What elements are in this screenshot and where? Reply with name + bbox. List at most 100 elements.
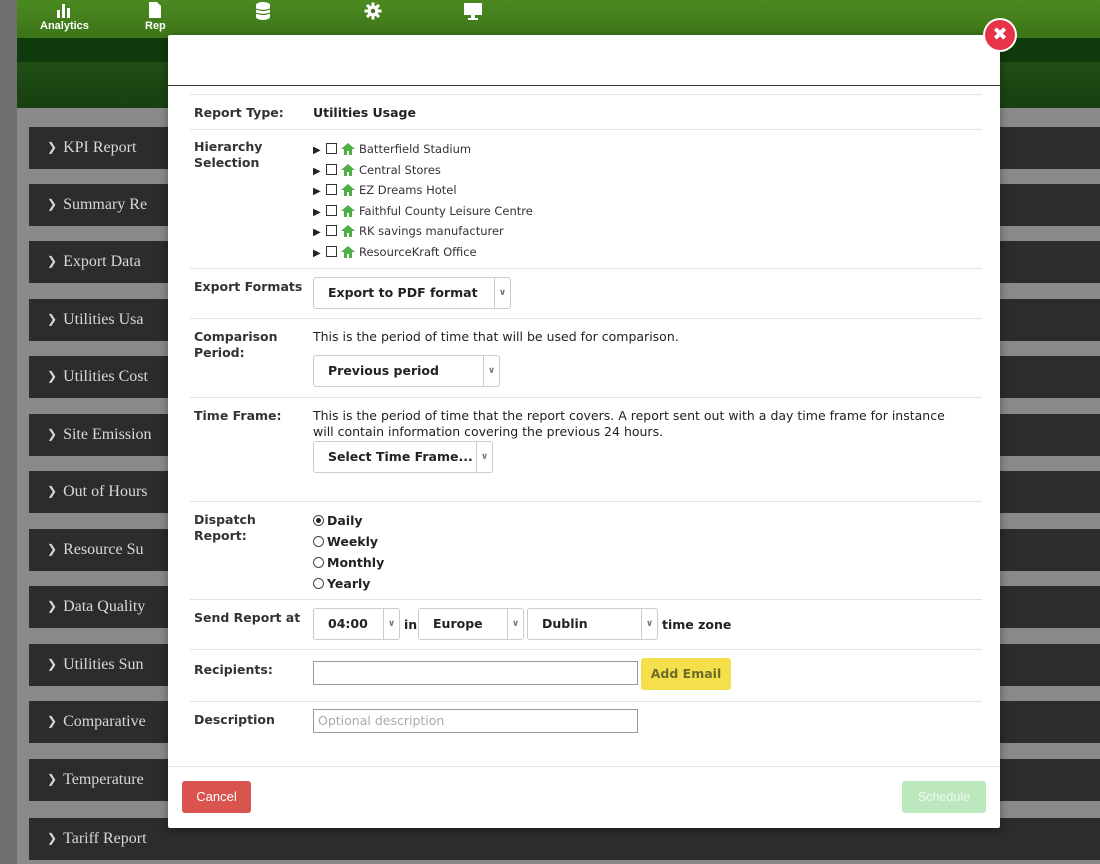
recipients-row: Recipients: Add Email xyxy=(190,649,982,701)
radio-weekly[interactable]: Weekly xyxy=(313,532,384,553)
description-label: Description xyxy=(194,712,275,727)
node-checkbox[interactable] xyxy=(326,163,337,175)
send-at-row: Send Report at 04:00 ∨ in Europe ∨ Dubli… xyxy=(190,599,982,649)
nav-settings[interactable] xyxy=(364,2,382,22)
tree-node: ▶ RK savings manufacturer xyxy=(313,221,533,242)
database-icon xyxy=(255,2,271,20)
nav-analytics-label: Analytics xyxy=(40,20,89,32)
radio-yearly[interactable]: Yearly xyxy=(313,574,384,595)
node-label: Batterfield Stadium xyxy=(359,142,472,156)
node-checkbox[interactable] xyxy=(326,204,337,216)
time-frame-help-line1: This is the period of time that the repo… xyxy=(313,408,945,423)
node-label: RK savings manufacturer xyxy=(359,224,504,238)
radio-label: Weekly xyxy=(327,534,379,549)
comparison-period-select[interactable]: Previous period ∨ xyxy=(313,355,500,387)
send-time-value: 04:00 xyxy=(328,616,368,631)
time-frame-help: This is the period of time that the repo… xyxy=(313,408,945,440)
home-icon xyxy=(341,245,355,258)
radio-label: Yearly xyxy=(327,576,371,591)
chevron-down-icon: ❯ xyxy=(47,197,58,211)
top-nav-bar xyxy=(17,0,1100,38)
chevron-down-icon: ∨ xyxy=(476,442,492,472)
node-checkbox[interactable] xyxy=(326,245,337,257)
comparison-label: Comparison Period: xyxy=(194,329,278,361)
monitor-icon xyxy=(464,3,482,20)
expand-arrow-icon[interactable]: ▶ xyxy=(313,203,326,223)
comparison-label-line1: Comparison xyxy=(194,329,278,344)
hierarchy-label: Hierarchy Selection xyxy=(194,139,262,171)
panel-label: KPI Report xyxy=(63,139,137,156)
nav-reports[interactable]: Rep xyxy=(145,2,166,32)
chevron-down-icon: ❯ xyxy=(47,254,58,268)
chevron-down-icon: ∨ xyxy=(483,356,499,386)
panel-label: Utilities Cost xyxy=(63,368,148,385)
schedule-button[interactable]: Schedule xyxy=(902,781,986,813)
radio-selected-icon[interactable] xyxy=(313,515,324,526)
cancel-button[interactable]: Cancel xyxy=(182,781,251,813)
home-icon xyxy=(341,163,355,176)
comparison-label-line2: Period: xyxy=(194,345,245,360)
timezone-text: time zone xyxy=(662,617,732,632)
nav-data[interactable] xyxy=(255,2,271,22)
radio-monthly[interactable]: Monthly xyxy=(313,553,384,574)
radio-icon[interactable] xyxy=(313,557,324,568)
tree-node: ▶ Faithful County Leisure Centre xyxy=(313,201,533,222)
comparison-period-value: Previous period xyxy=(328,363,439,378)
node-checkbox[interactable] xyxy=(326,225,337,236)
chevron-down-icon: ∨ xyxy=(641,609,657,639)
radio-icon[interactable] xyxy=(313,578,324,589)
radio-label: Daily xyxy=(327,513,363,528)
panel-label: Site Emission xyxy=(63,426,152,443)
chevron-down-icon: ❯ xyxy=(47,831,58,845)
add-email-button[interactable]: Add Email xyxy=(641,658,731,690)
description-row: Description Optional description xyxy=(190,701,982,756)
node-label: ResourceKraft Office xyxy=(359,244,477,259)
home-icon xyxy=(341,184,355,196)
city-select[interactable]: Dublin ∨ xyxy=(527,608,658,640)
export-format-value: Export to PDF format xyxy=(328,285,478,300)
gear-icon xyxy=(364,2,382,20)
expand-arrow-icon[interactable]: ▶ xyxy=(313,244,326,264)
nav-analytics[interactable]: Analytics xyxy=(40,2,89,32)
modal-footer: Cancel Schedule xyxy=(168,766,1000,828)
tree-node: ▶ Central Stores xyxy=(313,160,533,181)
region-select[interactable]: Europe ∨ xyxy=(418,608,524,640)
chevron-down-icon: ❯ xyxy=(47,484,58,498)
expand-arrow-icon[interactable]: ▶ xyxy=(313,223,326,243)
chevron-down-icon: ∨ xyxy=(507,609,523,639)
comparison-help: This is the period of time that will be … xyxy=(313,329,679,344)
node-label: Faithful County Leisure Centre xyxy=(359,203,533,218)
panel-label: Export Data xyxy=(63,253,141,270)
tree-node: ▶ ResourceKraft Office xyxy=(313,242,533,263)
node-checkbox[interactable] xyxy=(326,184,337,195)
description-input[interactable]: Optional description xyxy=(313,709,638,733)
send-time-select[interactable]: 04:00 ∨ xyxy=(313,608,400,640)
dispatch-label: Dispatch Report: xyxy=(194,512,256,544)
chevron-down-icon: ❯ xyxy=(47,427,58,441)
hierarchy-label-line2: Selection xyxy=(194,155,260,170)
in-text: in xyxy=(404,617,418,632)
home-icon xyxy=(341,143,355,155)
node-checkbox[interactable] xyxy=(326,143,337,154)
node-label: Central Stores xyxy=(359,162,441,177)
radio-icon[interactable] xyxy=(313,536,324,547)
export-format-select[interactable]: Export to PDF format ∨ xyxy=(313,277,511,309)
panel-label: Resource Su xyxy=(63,541,144,558)
export-formats-label: Export Formats xyxy=(194,279,303,294)
expand-arrow-icon[interactable]: ▶ xyxy=(313,162,326,182)
expand-arrow-icon[interactable]: ▶ xyxy=(313,182,326,202)
report-type-value: Utilities Usage xyxy=(313,105,416,120)
expand-arrow-icon[interactable]: ▶ xyxy=(313,141,326,161)
recipient-email-input[interactable] xyxy=(313,661,638,685)
nav-display[interactable] xyxy=(463,2,483,22)
time-frame-select[interactable]: Select Time Frame... ∨ xyxy=(313,441,493,473)
panel-label: Utilities Sun xyxy=(63,656,144,673)
radio-daily[interactable]: Daily xyxy=(313,511,384,532)
panel-label: Tariff Report xyxy=(63,830,147,847)
time-frame-help-line2: will contain information covering the pr… xyxy=(313,424,664,439)
panel-label: Utilities Usa xyxy=(63,311,144,328)
city-value: Dublin xyxy=(542,616,588,631)
close-icon[interactable]: ✖ xyxy=(985,20,1015,50)
chevron-down-icon: ❯ xyxy=(47,140,58,154)
document-icon xyxy=(149,2,162,18)
